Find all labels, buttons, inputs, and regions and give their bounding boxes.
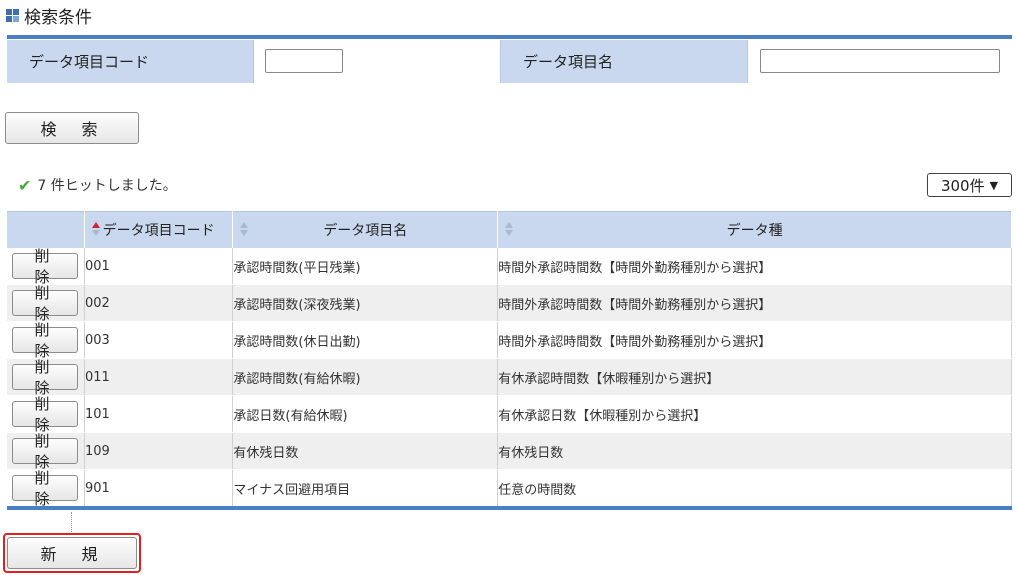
row-code: 101 <box>84 395 234 433</box>
delete-button[interactable]: 削 除 <box>12 469 78 508</box>
header-code-label: データ項目コード <box>102 223 215 239</box>
row-name: 承認時間数(有給休暇) <box>232 358 499 396</box>
row-type: 任意の時間数 <box>497 469 1012 510</box>
header-code[interactable]: データ項目コード <box>84 211 234 248</box>
row-type: 有休承認日数【休暇種別から選択】 <box>497 395 1012 433</box>
per-page-value: 300件 <box>940 176 985 195</box>
row-type: 有休承認時間数【休暇種別から選択】 <box>497 358 1012 396</box>
table-row: 削 除 101 承認日数(有給休暇) 有休承認日数【休暇種別から選択】 <box>7 395 1012 434</box>
hit-count: ✔ 7 件ヒットしました。 <box>18 175 177 195</box>
chevron-down-icon: ▼ <box>989 178 999 192</box>
row-type: 時間外承認時間数【時間外勤務種別から選択】 <box>497 248 1012 285</box>
table-row: 削 除 001 承認時間数(平日残業) 時間外承認時間数【時間外勤務種別から選択… <box>7 247 1012 286</box>
sort-icon[interactable] <box>240 222 249 238</box>
results-table: データ項目コード データ項目名 データ種 削 除 001 承認時間数(平日残業)… <box>7 211 1012 510</box>
delete-button[interactable]: 削 除 <box>12 284 78 323</box>
section-title-text: 検索条件 <box>24 7 92 28</box>
delete-button[interactable]: 削 除 <box>12 395 78 434</box>
row-name: 承認時間数(休日出勤) <box>232 321 499 359</box>
check-icon: ✔ <box>18 175 32 195</box>
code-label: データ項目コード <box>7 39 254 83</box>
header-name-label: データ項目名 <box>323 223 408 239</box>
table-row: 削 除 011 承認時間数(有給休暇) 有休承認時間数【休暇種別から選択】 <box>7 358 1012 397</box>
delete-button[interactable]: 削 除 <box>12 247 78 286</box>
row-code: 002 <box>84 284 234 322</box>
row-code: 901 <box>84 469 234 510</box>
table-row: 削 除 002 承認時間数(深夜残業) 時間外承認時間数【時間外勤務種別から選択… <box>7 284 1012 323</box>
row-code: 003 <box>84 321 234 359</box>
row-name: 承認日数(有給休暇) <box>232 395 499 433</box>
sort-icon[interactable] <box>505 222 514 238</box>
grid-icon <box>6 8 19 22</box>
delete-button[interactable]: 削 除 <box>12 321 78 360</box>
row-type: 有休残日数 <box>497 432 1012 470</box>
row-code: 001 <box>84 248 234 285</box>
divider <box>71 512 72 534</box>
row-name: マイナス回避用項目 <box>232 469 499 510</box>
search-panel: データ項目コード データ項目名 <box>7 35 1012 83</box>
header-type-label: データ種 <box>726 223 783 239</box>
sort-asc-icon[interactable] <box>91 222 100 238</box>
header-action <box>7 211 85 248</box>
row-type: 時間外承認時間数【時間外勤務種別から選択】 <box>497 321 1012 359</box>
table-row: 削 除 901 マイナス回避用項目 任意の時間数 <box>7 469 1012 510</box>
table-row: 削 除 109 有休残日数 有休残日数 <box>7 432 1012 471</box>
header-name[interactable]: データ項目名 <box>232 211 499 248</box>
code-input[interactable] <box>265 49 343 73</box>
delete-button[interactable]: 削 除 <box>12 358 78 397</box>
table-row: 削 除 003 承認時間数(休日出勤) 時間外承認時間数【時間外勤務種別から選択… <box>7 321 1012 360</box>
search-button[interactable]: 検 索 <box>5 112 139 144</box>
name-input[interactable] <box>760 49 1000 73</box>
row-name: 承認時間数(深夜残業) <box>232 284 499 322</box>
name-label: データ項目名 <box>501 39 748 83</box>
row-name: 承認時間数(平日残業) <box>232 248 499 285</box>
delete-button[interactable]: 削 除 <box>12 432 78 471</box>
row-type: 時間外承認時間数【時間外勤務種別から選択】 <box>497 284 1012 322</box>
hit-count-text: 7 件ヒットしました。 <box>37 178 177 194</box>
new-button[interactable]: 新 規 <box>7 537 137 569</box>
row-code: 109 <box>84 432 234 470</box>
per-page-select[interactable]: 300件 ▼ <box>927 173 1012 197</box>
new-button-highlight: 新 規 <box>3 533 141 573</box>
section-title: 検索条件 <box>6 4 92 28</box>
header-type[interactable]: データ種 <box>497 211 1012 248</box>
row-name: 有休残日数 <box>232 432 499 470</box>
row-code: 011 <box>84 358 234 396</box>
